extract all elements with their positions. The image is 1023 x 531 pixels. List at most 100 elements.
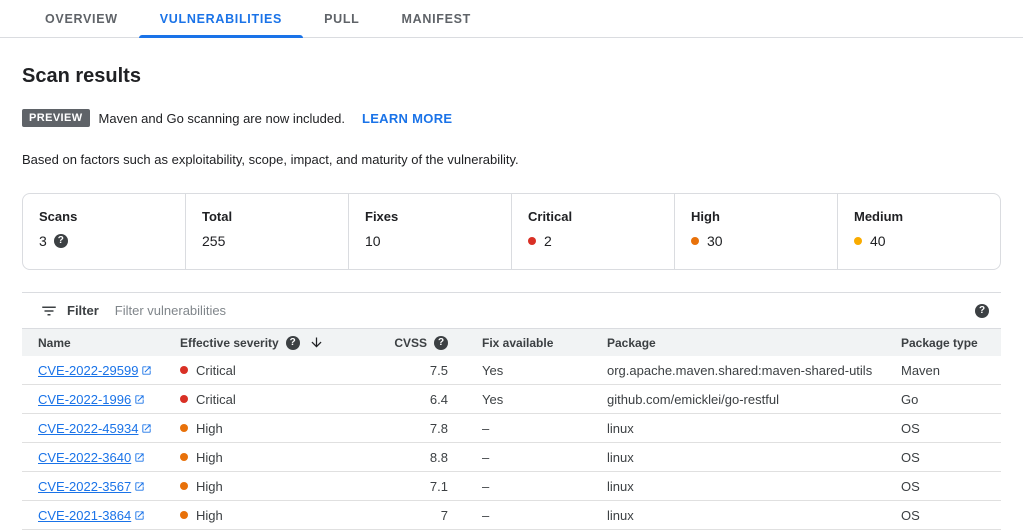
stat-label: Medium xyxy=(854,209,1000,224)
column-header-fix-available[interactable]: Fix available xyxy=(448,336,607,350)
stat-value: 2 xyxy=(544,233,552,249)
external-link-icon xyxy=(134,394,145,405)
cell-package-type: OS xyxy=(901,421,1001,436)
cell-severity: Critical xyxy=(180,392,358,407)
external-link-icon xyxy=(134,510,145,521)
tab-bar: OVERVIEW VULNERABILITIES PULL MANIFEST xyxy=(0,0,1023,38)
cell-package: linux xyxy=(607,508,901,523)
cell-name: CVE-2022-29599 xyxy=(22,363,180,378)
filter-input[interactable] xyxy=(113,302,965,319)
stat-value: 255 xyxy=(202,233,225,249)
cell-package: linux xyxy=(607,421,901,436)
preview-badge: PREVIEW xyxy=(22,109,90,127)
high-severity-dot xyxy=(691,237,699,245)
cell-cvss: 7.8 xyxy=(358,421,448,436)
cve-link[interactable]: CVE-2022-3567 xyxy=(38,479,145,494)
external-link-icon xyxy=(141,423,152,434)
table-row: CVE-2022-1996 Critical 6.4 Yes github.co… xyxy=(22,385,1001,414)
tab-pull[interactable]: PULL xyxy=(303,0,380,37)
cell-package-type: OS xyxy=(901,508,1001,523)
severity-dot xyxy=(180,482,188,490)
stat-label: Total xyxy=(202,209,348,224)
stat-value: 30 xyxy=(707,233,723,249)
cell-severity: High xyxy=(180,479,358,494)
help-icon[interactable]: ? xyxy=(434,336,448,350)
cve-link[interactable]: CVE-2022-1996 xyxy=(38,392,145,407)
tab-overview[interactable]: OVERVIEW xyxy=(24,0,139,37)
scan-description: Based on factors such as exploitability,… xyxy=(22,152,1001,167)
stat-value: 10 xyxy=(365,233,381,249)
table-row: CVE-2022-3640 High 8.8 – linux OS xyxy=(22,443,1001,472)
table-header: Name Effective severity ? CVSS ? Fix ava… xyxy=(22,329,1001,356)
cve-link[interactable]: CVE-2022-29599 xyxy=(38,363,152,378)
table-row: CVE-2022-3567 High 7.1 – linux OS xyxy=(22,472,1001,501)
sort-descending-icon[interactable] xyxy=(309,335,324,350)
cell-package-type: Go xyxy=(901,392,1001,407)
stat-high: High 30 xyxy=(674,194,837,269)
cell-cvss: 7.5 xyxy=(358,363,448,378)
cell-package: linux xyxy=(607,450,901,465)
cell-severity: High xyxy=(180,508,358,523)
column-header-cvss-label: CVSS xyxy=(394,336,427,350)
preview-text: Maven and Go scanning are now included. xyxy=(99,111,345,126)
column-header-package-type[interactable]: Package type xyxy=(901,336,1001,350)
column-header-package[interactable]: Package xyxy=(607,336,901,350)
table-row: CVE-2022-29599 Critical 7.5 Yes org.apac… xyxy=(22,356,1001,385)
stat-total: Total 255 xyxy=(185,194,348,269)
medium-severity-dot xyxy=(854,237,862,245)
cell-package-type: OS xyxy=(901,450,1001,465)
cve-link[interactable]: CVE-2021-3864 xyxy=(38,508,145,523)
severity-dot xyxy=(180,453,188,461)
stat-critical: Critical 2 xyxy=(511,194,674,269)
filter-icon[interactable] xyxy=(40,302,58,320)
cell-name: CVE-2022-1996 xyxy=(22,392,180,407)
cell-fix-available: – xyxy=(448,450,607,465)
cell-package: github.com/emicklei/go-restful xyxy=(607,392,901,407)
tab-vulnerabilities[interactable]: VULNERABILITIES xyxy=(139,0,303,37)
stat-label: Fixes xyxy=(365,209,511,224)
table-row: CVE-2022-45934 High 7.8 – linux OS xyxy=(22,414,1001,443)
cve-link[interactable]: CVE-2022-3640 xyxy=(38,450,145,465)
external-link-icon xyxy=(141,365,152,376)
cell-name: CVE-2022-45934 xyxy=(22,421,180,436)
column-header-severity[interactable]: Effective severity ? xyxy=(180,335,358,350)
severity-dot xyxy=(180,395,188,403)
stat-label: High xyxy=(691,209,837,224)
table-row: CVE-2021-3864 High 7 – linux OS xyxy=(22,501,1001,530)
cell-name: CVE-2022-3640 xyxy=(22,450,180,465)
cell-package: linux xyxy=(607,479,901,494)
stat-value: 40 xyxy=(870,233,886,249)
critical-severity-dot xyxy=(528,237,536,245)
cell-fix-available: – xyxy=(448,508,607,523)
scan-summary-card: Scans 3 ? Total 255 Fixes 10 Critical 2 … xyxy=(22,193,1001,270)
external-link-icon xyxy=(134,452,145,463)
help-icon[interactable]: ? xyxy=(54,234,68,248)
stat-medium: Medium 40 xyxy=(837,194,1000,269)
tab-manifest[interactable]: MANIFEST xyxy=(381,0,493,37)
cell-name: CVE-2022-3567 xyxy=(22,479,180,494)
cell-package: org.apache.maven.shared:maven-shared-uti… xyxy=(607,363,901,378)
column-header-name[interactable]: Name xyxy=(22,336,180,350)
external-link-icon xyxy=(134,481,145,492)
cell-package-type: OS xyxy=(901,479,1001,494)
stat-fixes: Fixes 10 xyxy=(348,194,511,269)
learn-more-link[interactable]: LEARN MORE xyxy=(362,111,452,126)
stat-value: 3 xyxy=(39,233,47,249)
help-icon[interactable]: ? xyxy=(975,304,989,318)
stat-label: Scans xyxy=(39,209,185,224)
cell-severity: High xyxy=(180,450,358,465)
stat-scans: Scans 3 ? xyxy=(23,194,185,269)
help-icon[interactable]: ? xyxy=(286,336,300,350)
vulnerabilities-table: Name Effective severity ? CVSS ? Fix ava… xyxy=(22,329,1001,530)
cell-cvss: 7 xyxy=(358,508,448,523)
column-header-cvss[interactable]: CVSS ? xyxy=(358,336,448,350)
filter-bar: Filter ? xyxy=(22,292,1001,329)
preview-row: PREVIEW Maven and Go scanning are now in… xyxy=(22,109,1001,127)
cell-fix-available: – xyxy=(448,479,607,494)
severity-dot xyxy=(180,424,188,432)
cell-severity: Critical xyxy=(180,363,358,378)
column-header-severity-label: Effective severity xyxy=(180,336,279,350)
cell-cvss: 7.1 xyxy=(358,479,448,494)
cve-link[interactable]: CVE-2022-45934 xyxy=(38,421,152,436)
cell-fix-available: Yes xyxy=(448,363,607,378)
